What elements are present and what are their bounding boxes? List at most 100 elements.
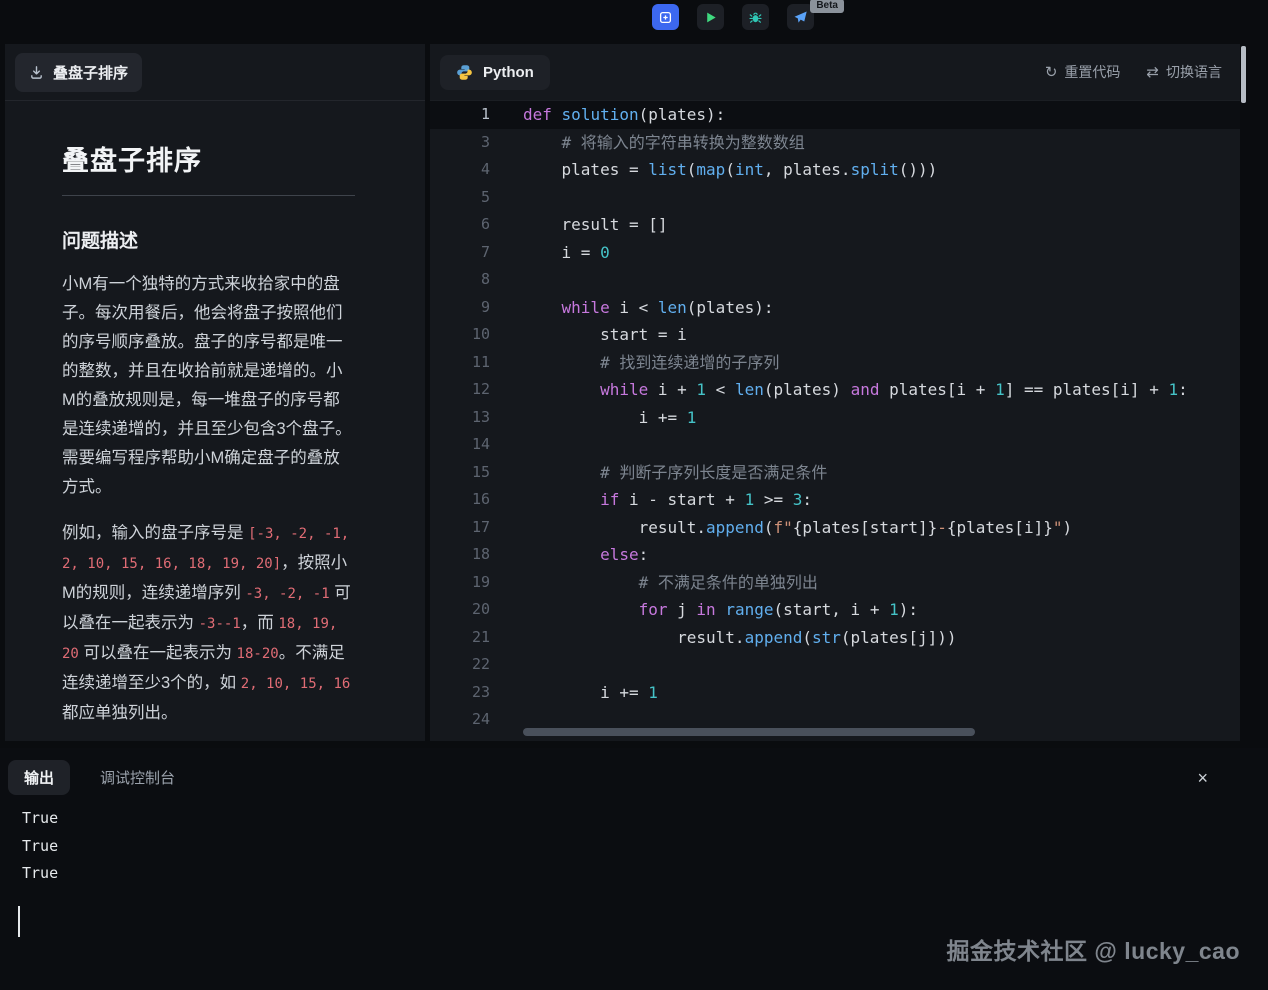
code-line-text: # 将输入的字符串转换为整数数组 bbox=[523, 129, 805, 157]
output-line: True bbox=[22, 805, 1268, 833]
line-number: 7 bbox=[430, 239, 490, 267]
plus-square-icon bbox=[658, 10, 673, 25]
code-line[interactable]: 18 else: bbox=[430, 541, 1240, 569]
code-line[interactable]: 20 for j in range(start, i + 1): bbox=[430, 596, 1240, 624]
play-icon bbox=[703, 10, 718, 25]
code-line-text: while i < len(plates): bbox=[523, 294, 773, 322]
paragraph-text: 可以叠在一起表示为 bbox=[79, 644, 237, 662]
problem-tab[interactable]: 叠盘子排序 bbox=[15, 53, 142, 92]
code-line[interactable]: 19 # 不满足条件的单独列出 bbox=[430, 569, 1240, 597]
watermark: 掘金技术社区 @ lucky_cao bbox=[947, 932, 1240, 966]
editor-horizontal-scrollbar[interactable] bbox=[523, 728, 975, 736]
code-line[interactable]: 13 i += 1 bbox=[430, 404, 1240, 432]
title-divider bbox=[62, 195, 355, 196]
code-line[interactable]: 1 def solution(plates): bbox=[430, 101, 1240, 129]
line-number: 11 bbox=[430, 349, 490, 377]
switch-language-button[interactable]: ⇄ 切换语言 bbox=[1146, 62, 1222, 82]
console-header: 输出 调试控制台 × bbox=[0, 748, 1268, 795]
code-line-text: while i + 1 < len(plates) and plates[i +… bbox=[523, 376, 1188, 404]
line-number: 8 bbox=[430, 266, 490, 294]
code-line[interactable]: 21 result.append(str(plates[j])) bbox=[430, 624, 1240, 652]
app: { "topbar": { "beta_label": "Beta" }, "i… bbox=[0, 0, 1268, 990]
section-heading: 问题描述 bbox=[62, 226, 355, 253]
code-lines: 1def solution(plates):3 # 将输入的字符串转换为整数数组… bbox=[430, 101, 1240, 734]
panel-add-button[interactable] bbox=[652, 4, 679, 30]
swap-icon: ⇄ bbox=[1146, 65, 1159, 80]
download-icon bbox=[29, 65, 44, 80]
line-number: 9 bbox=[430, 294, 490, 322]
code-line[interactable]: 22 bbox=[430, 651, 1240, 679]
code-line-text: i += 1 bbox=[523, 404, 696, 432]
line-number: 20 bbox=[430, 596, 490, 624]
code-line-text: i += 1 bbox=[523, 679, 658, 707]
code-line[interactable]: 5 bbox=[430, 184, 1240, 212]
code-line-text: def solution(plates): bbox=[523, 101, 725, 129]
code-line[interactable]: 9 while i < len(plates): bbox=[430, 294, 1240, 322]
tab-debug-console[interactable]: 调试控制台 bbox=[100, 767, 175, 788]
line-number: 1 bbox=[430, 101, 490, 129]
python-icon bbox=[456, 64, 473, 81]
inline-code: -3, -2, -1 bbox=[245, 586, 329, 602]
close-icon[interactable]: × bbox=[1197, 769, 1208, 787]
code-line-text: for j in range(start, i + 1): bbox=[523, 596, 918, 624]
line-number: 6 bbox=[430, 211, 490, 239]
code-line-text: plates = list(map(int, plates.split())) bbox=[523, 156, 937, 184]
code-line[interactable]: 10 start = i bbox=[430, 321, 1240, 349]
editor-header: Python ↻ 重置代码 ⇄ 切换语言 bbox=[430, 44, 1240, 101]
code-line[interactable]: 4 plates = list(map(int, plates.split())… bbox=[430, 156, 1240, 184]
code-line[interactable]: 17 result.append(f"{plates[start]}-{plat… bbox=[430, 514, 1240, 542]
code-line[interactable]: 8 bbox=[430, 266, 1240, 294]
code-line-text: else: bbox=[523, 541, 648, 569]
line-number: 17 bbox=[430, 514, 490, 542]
paper-plane-icon bbox=[793, 10, 808, 25]
output-line: True bbox=[22, 860, 1268, 888]
output-line: True bbox=[22, 833, 1268, 861]
line-number: 14 bbox=[430, 431, 490, 459]
switch-language-label: 切换语言 bbox=[1166, 62, 1222, 82]
code-editor[interactable]: 1def solution(plates):3 # 将输入的字符串转换为整数数组… bbox=[430, 101, 1240, 741]
problem-title: 叠盘子排序 bbox=[62, 139, 355, 178]
tab-output[interactable]: 输出 bbox=[8, 760, 70, 795]
language-selector[interactable]: Python bbox=[440, 55, 550, 90]
send-button-wrap: Beta bbox=[787, 4, 814, 30]
bug-icon bbox=[748, 10, 763, 25]
problem-content: 叠盘子排序 问题描述 小M有一个独特的方式来收拾家中的盘子。每次用餐后，他会将盘… bbox=[5, 101, 425, 728]
code-line[interactable]: 15 # 判断子序列长度是否满足条件 bbox=[430, 459, 1240, 487]
code-line-text: # 找到连续递增的子序列 bbox=[523, 349, 779, 377]
inline-code: 18-20 bbox=[237, 646, 279, 662]
line-number: 3 bbox=[430, 129, 490, 157]
code-line[interactable]: 3 # 将输入的字符串转换为整数数组 bbox=[430, 129, 1240, 157]
editor-actions: ↻ 重置代码 ⇄ 切换语言 bbox=[1045, 62, 1222, 82]
paragraph-text: 都应单独列出。 bbox=[62, 704, 178, 722]
code-line[interactable]: 6 result = [] bbox=[430, 211, 1240, 239]
debug-button[interactable] bbox=[742, 4, 769, 30]
reset-code-label: 重置代码 bbox=[1064, 62, 1120, 82]
code-line-text: start = i bbox=[523, 321, 687, 349]
problem-panel: 叠盘子排序 叠盘子排序 问题描述 小M有一个独特的方式来收拾家中的盘子。每次用餐… bbox=[5, 44, 425, 741]
line-number: 10 bbox=[430, 321, 490, 349]
problem-paragraph-2: 例如，输入的盘子序号是 [-3, -2, -1, 2, 10, 15, 16, … bbox=[62, 519, 355, 728]
code-line[interactable]: 7 i = 0 bbox=[430, 239, 1240, 267]
beta-badge: Beta bbox=[810, 0, 844, 13]
topbar: Beta bbox=[0, 0, 1268, 44]
line-number: 16 bbox=[430, 486, 490, 514]
line-number: 15 bbox=[430, 459, 490, 487]
code-line[interactable]: 12 while i + 1 < len(plates) and plates[… bbox=[430, 376, 1240, 404]
console-output[interactable]: TrueTrueTrue bbox=[22, 805, 1268, 888]
code-line[interactable]: 11 # 找到连续递增的子序列 bbox=[430, 349, 1240, 377]
line-number: 4 bbox=[430, 156, 490, 184]
code-line-text: result.append(str(plates[j])) bbox=[523, 624, 957, 652]
vertical-scrollbar-thumb[interactable] bbox=[1241, 46, 1246, 103]
line-number: 12 bbox=[430, 376, 490, 404]
code-line-text: # 不满足条件的单独列出 bbox=[523, 569, 818, 597]
paragraph-text: ，而 bbox=[241, 614, 279, 632]
inline-code: 2, 10, 15, 16 bbox=[241, 676, 351, 692]
code-line[interactable]: 23 i += 1 bbox=[430, 679, 1240, 707]
reset-code-button[interactable]: ↻ 重置代码 bbox=[1045, 62, 1121, 82]
code-line-text: i = 0 bbox=[523, 239, 610, 267]
topbar-icons: Beta bbox=[652, 4, 814, 30]
run-button[interactable] bbox=[697, 4, 724, 30]
code-line[interactable]: 16 if i - start + 1 >= 3: bbox=[430, 486, 1240, 514]
code-line[interactable]: 14 bbox=[430, 431, 1240, 459]
console-panel: 输出 调试控制台 × TrueTrueTrue 掘金技术社区 @ lucky_c… bbox=[0, 748, 1268, 990]
